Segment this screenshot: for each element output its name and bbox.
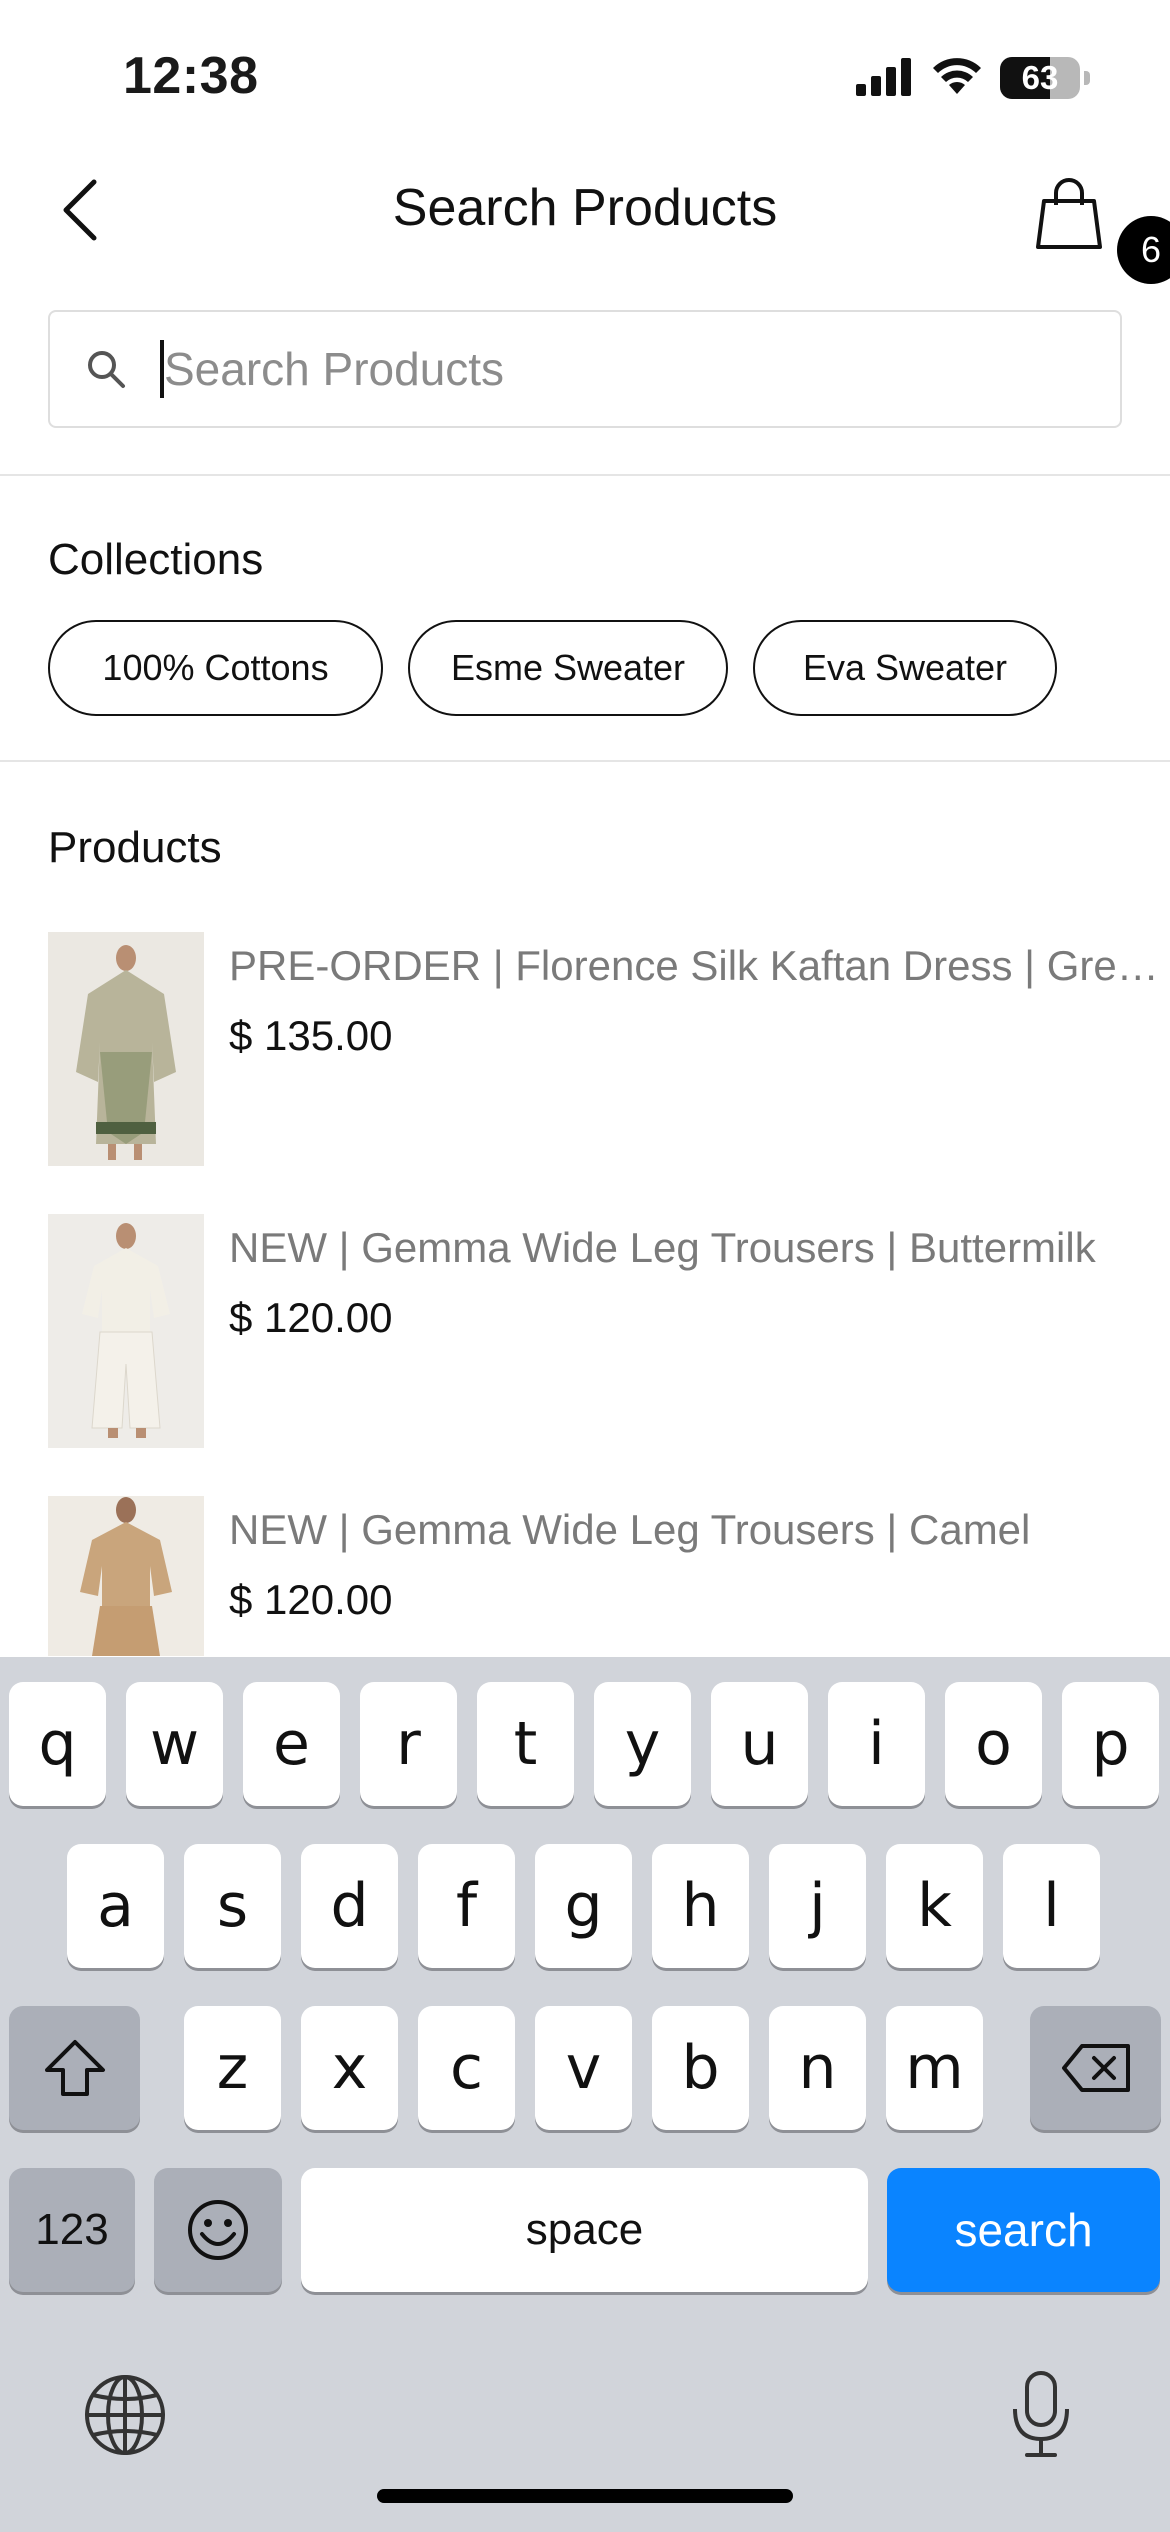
product-image [48, 932, 204, 1166]
search-field[interactable] [48, 310, 1122, 428]
product-item[interactable]: NEW | Gemma Wide Leg Trousers | Camel $ … [48, 1496, 1128, 1656]
product-item[interactable]: NEW | Gemma Wide Leg Trousers | Buttermi… [48, 1214, 1128, 1448]
product-name: NEW | Gemma Wide Leg Trousers | Camel [229, 1506, 1031, 1553]
product-price: $ 120.00 [229, 1294, 393, 1341]
status-bar: 12:38 63 [0, 0, 1170, 150]
key-t[interactable]: t [477, 1682, 574, 1806]
key-h[interactable]: h [652, 1844, 749, 1968]
product-name: PRE-ORDER | Florence Silk Kaftan Dress |… [229, 942, 1169, 989]
search-input[interactable] [164, 342, 1044, 396]
collection-chip-eva-sweater[interactable]: Eva Sweater [753, 620, 1057, 716]
emoji-key[interactable] [154, 2168, 282, 2292]
key-g[interactable]: g [535, 1844, 632, 1968]
key-e[interactable]: e [243, 1682, 340, 1806]
product-item[interactable]: PRE-ORDER | Florence Silk Kaftan Dress |… [48, 932, 1169, 1166]
emoji-icon [188, 2200, 248, 2260]
product-name: NEW | Gemma Wide Leg Trousers | Buttermi… [229, 1224, 1096, 1271]
key-f[interactable]: f [418, 1844, 515, 1968]
microphone-icon [1013, 2371, 1069, 2457]
key-c[interactable]: c [418, 2006, 515, 2130]
key-y[interactable]: y [594, 1682, 691, 1806]
home-indicator[interactable] [377, 2489, 793, 2503]
key-p[interactable]: p [1062, 1682, 1159, 1806]
key-d[interactable]: d [301, 1844, 398, 1968]
product-image [48, 1214, 204, 1448]
battery-level: 63 [1021, 59, 1059, 96]
keyboard: q w e r t y u i o p a s d f g h j k l z … [0, 1657, 1170, 2532]
key-n[interactable]: n [769, 2006, 866, 2130]
products-heading: Products [48, 823, 222, 872]
cart-count-badge: 6 [1117, 216, 1170, 284]
key-w[interactable]: w [126, 1682, 223, 1806]
product-image [48, 1496, 204, 1656]
collections-heading: Collections [48, 535, 264, 584]
backspace-key[interactable] [1030, 2006, 1161, 2130]
cart-button[interactable]: 6 [1030, 165, 1170, 284]
key-x[interactable]: x [301, 2006, 398, 2130]
key-b[interactable]: b [652, 2006, 749, 2130]
key-o[interactable]: o [945, 1682, 1042, 1806]
key-v[interactable]: v [535, 2006, 632, 2130]
divider [0, 474, 1170, 476]
product-price: $ 120.00 [229, 1576, 393, 1623]
key-j[interactable]: j [769, 1844, 866, 1968]
divider [0, 760, 1170, 762]
shift-key[interactable] [9, 2006, 140, 2130]
key-m[interactable]: m [886, 2006, 983, 2130]
dictation-button[interactable] [996, 2365, 1086, 2465]
shopping-bag-icon [1036, 178, 1102, 249]
key-r[interactable]: r [360, 1682, 457, 1806]
numbers-key[interactable]: 123 [9, 2168, 135, 2292]
key-a[interactable]: a [67, 1844, 164, 1968]
key-s[interactable]: s [184, 1844, 281, 1968]
shift-icon [44, 2040, 105, 2096]
collection-chip-cottons[interactable]: 100% Cottons [48, 620, 383, 716]
wifi-icon [932, 56, 982, 101]
key-u[interactable]: u [711, 1682, 808, 1806]
space-key[interactable]: space [301, 2168, 868, 2292]
status-time: 12:38 [123, 47, 259, 105]
signal-icon [856, 56, 914, 101]
search-icon [86, 347, 130, 391]
globe-icon [85, 2375, 165, 2455]
key-k[interactable]: k [886, 1844, 983, 1968]
status-icons: 63 [856, 55, 1090, 101]
search-key[interactable]: search [887, 2168, 1160, 2292]
page-title: Search Products [392, 179, 778, 237]
battery-icon: 63 [1000, 57, 1080, 99]
collection-chip-esme-sweater[interactable]: Esme Sweater [408, 620, 728, 716]
header: Search Products 6 [0, 150, 1170, 284]
key-z[interactable]: z [184, 2006, 281, 2130]
collection-chips: 100% Cottons Esme Sweater Eva Sweater [48, 620, 1057, 716]
globe-button[interactable] [80, 2370, 170, 2460]
key-l[interactable]: l [1003, 1844, 1100, 1968]
product-price: $ 135.00 [229, 1012, 393, 1059]
key-i[interactable]: i [828, 1682, 925, 1806]
backspace-icon [1061, 2044, 1130, 2092]
key-q[interactable]: q [9, 1682, 106, 1806]
